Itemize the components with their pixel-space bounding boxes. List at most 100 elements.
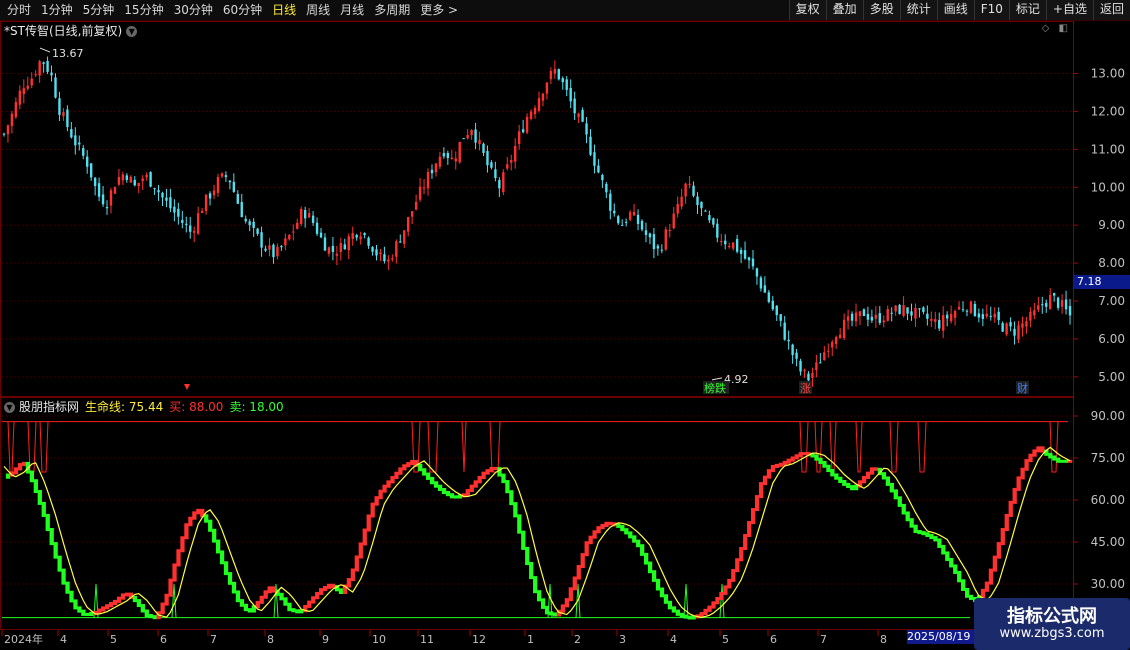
price-axis-label: 9.00 (1098, 218, 1125, 232)
chevron-down-icon[interactable]: ▼ (126, 26, 138, 37)
indicator-name[interactable]: 股朋指标网 (19, 400, 79, 414)
candle-body (684, 183, 687, 197)
candle-body (109, 190, 113, 206)
candle-body (977, 313, 981, 318)
candle-body (664, 229, 667, 250)
chevron-down-icon[interactable]: ▼ (4, 402, 15, 413)
candle-body (842, 319, 846, 339)
candle-body (418, 186, 422, 200)
candle-body (1033, 310, 1036, 316)
candle-body (1052, 293, 1056, 296)
signal-bar (659, 587, 665, 598)
candle-body (169, 197, 172, 209)
candle-body (870, 316, 874, 321)
signal-bar (636, 539, 641, 548)
high-marker-line (39, 47, 51, 53)
signal-bar (271, 586, 276, 593)
candle-body (644, 230, 648, 235)
candle-body (747, 257, 751, 261)
candle-body (783, 322, 786, 340)
signal-bar (786, 458, 791, 464)
signal-bar (152, 615, 157, 620)
signal-bar (655, 578, 661, 591)
candle-body (605, 183, 608, 193)
candle-body (288, 234, 291, 240)
candle-body (434, 163, 438, 173)
candle-body (351, 233, 354, 239)
candle-body (22, 88, 25, 95)
stock-title[interactable]: *ST传智(日线,前复权) ▼ (4, 22, 138, 39)
ind-axis-label: 45.00 (1091, 535, 1125, 549)
signal-bar (1056, 457, 1061, 463)
signal-bar (449, 493, 455, 499)
date-axis-label: 4 (60, 633, 67, 646)
signal-bar (719, 591, 724, 600)
signal-bar (1064, 459, 1069, 463)
signal-bar (509, 490, 514, 506)
candle-body (268, 245, 271, 250)
signal-bar (109, 602, 114, 608)
signal-bar (794, 454, 799, 460)
candle-body (775, 305, 778, 316)
candle-body (300, 208, 303, 224)
candle-body (280, 246, 283, 248)
signal-bar (600, 523, 605, 530)
candle-body (248, 221, 251, 226)
signal-bar (576, 565, 581, 580)
candle-body (2, 133, 6, 135)
signal-bar (73, 599, 78, 610)
candle-body (850, 313, 854, 321)
signal-bar (747, 521, 752, 538)
signal-bar (842, 479, 847, 486)
candle-body (34, 74, 37, 76)
date-axis-label: 8 (880, 633, 887, 646)
signal-bar (45, 513, 50, 532)
buy-spike (889, 421, 899, 473)
watermark-title: 指标公式网 (1007, 606, 1097, 627)
signal-bar (29, 470, 35, 483)
date-axis-label: 3 (619, 633, 626, 646)
pane-toggle-icon[interactable]: ◧ (1059, 23, 1068, 34)
signal-bar (140, 604, 145, 613)
candle-body (296, 222, 299, 229)
candle-body (426, 172, 430, 189)
price-axis-label: 7.00 (1098, 294, 1125, 308)
diamond-icon[interactable]: ◇ (1042, 23, 1050, 34)
signal-bar (751, 508, 756, 525)
candle-body (597, 165, 600, 173)
candle-body (514, 145, 517, 162)
signal-bar (620, 524, 625, 532)
signal-bar (945, 551, 950, 561)
buy-spike (461, 421, 467, 473)
candle-body (632, 211, 636, 216)
signal-bar (861, 475, 867, 484)
signal-bar (366, 514, 371, 532)
signal-bar (267, 586, 272, 594)
signal-bar (354, 555, 359, 572)
candle-body (656, 245, 660, 249)
kline-chart-canvas[interactable]: 13.00 12.00 11.00 10.00 9.00 8.00 7.00 6.00 5.00… (0, 0, 1130, 650)
candle-body (716, 223, 719, 238)
price-pane-border (0, 21, 1074, 397)
signal-bar (731, 569, 736, 582)
candle-body (18, 90, 22, 105)
candle-body (787, 339, 790, 342)
signal-bar (758, 482, 764, 499)
signal-bar (124, 592, 130, 597)
candle-body (1005, 323, 1008, 335)
signal-bar (259, 595, 264, 604)
signal-bar (132, 595, 138, 603)
candle-body (10, 113, 14, 126)
signal-bar (196, 508, 201, 515)
signal-bar (160, 602, 165, 615)
candle-body (422, 187, 426, 189)
candle-body (470, 130, 473, 136)
candle-body (315, 222, 319, 234)
candle-body (973, 303, 977, 317)
signal-bar (441, 487, 447, 495)
candle-body (676, 204, 679, 214)
candle-body (383, 254, 386, 262)
signal-bar (917, 530, 922, 535)
candle-body (545, 82, 549, 94)
signal-bar (184, 523, 189, 540)
